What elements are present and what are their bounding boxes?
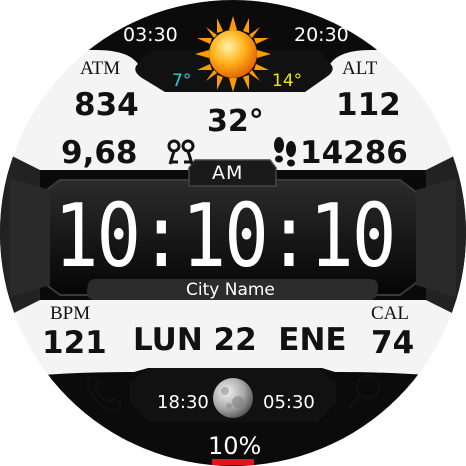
sun-icon	[195, 16, 271, 92]
cal-value: 74	[371, 325, 415, 361]
sunset-time: 20:30	[294, 24, 349, 46]
clock-time: 10:10:10	[54, 185, 396, 288]
battery-bar	[212, 459, 254, 465]
temp-min: 7°	[172, 71, 192, 91]
bpm-value: 121	[42, 325, 107, 361]
moonrise-time: 18:30	[157, 392, 209, 413]
search-icon[interactable]	[344, 372, 384, 414]
temp-max: 14°	[272, 71, 303, 91]
moon-icon	[213, 378, 253, 418]
alt-label: ALT	[342, 58, 378, 79]
cal-label: CAL	[371, 303, 409, 324]
city-name: City Name	[186, 280, 275, 300]
battery-percent: 10%	[208, 432, 262, 460]
sunrise-time: 03:30	[123, 24, 178, 46]
footprints-icon	[167, 139, 195, 165]
date-display: LUN 22 ENE	[133, 322, 347, 358]
distance-value: 9,68	[61, 135, 138, 171]
current-temperature: 32°	[207, 104, 264, 139]
bpm-label: BPM	[50, 303, 91, 324]
atm-value: 834	[74, 87, 139, 123]
alt-value: 112	[336, 87, 401, 123]
ampm-indicator: AM	[212, 162, 244, 184]
phone-icon[interactable]	[84, 373, 124, 413]
atm-label: ATM	[80, 58, 121, 79]
steps-value: 14286	[300, 135, 408, 171]
moonset-time: 05:30	[263, 392, 315, 413]
watch-face: 03:30 20:30 7° 14° ATM 834 ALT 112 32° 9…	[0, 0, 466, 466]
steps-icon	[274, 137, 296, 167]
